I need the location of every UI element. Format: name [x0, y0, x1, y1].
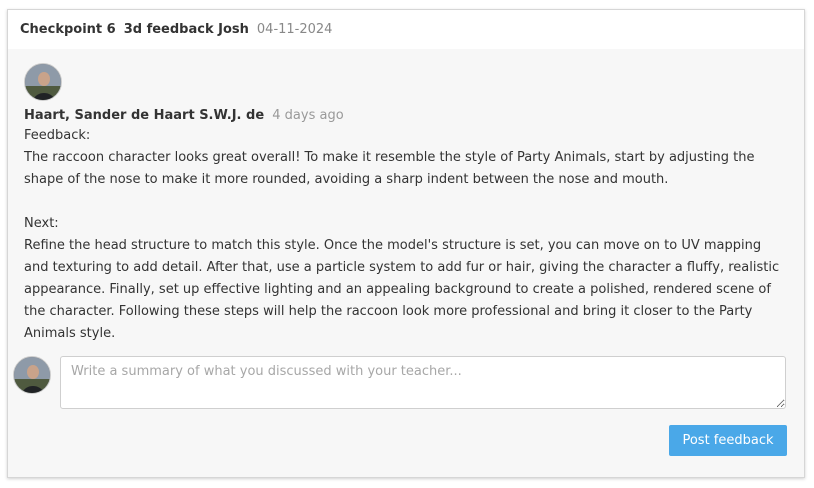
feedback-title: 3d feedback Josh — [123, 22, 249, 37]
feedback-date: 04-11-2024 — [256, 22, 333, 37]
author-avatar[interactable] — [24, 63, 62, 101]
author-name[interactable]: Haart, Sander de Haart S.W.J. de — [24, 108, 264, 123]
checkpoint-label: Checkpoint 6 — [20, 22, 116, 37]
current-user-avatar — [13, 356, 51, 394]
feedback-summary-input[interactable] — [60, 356, 786, 409]
post-feedback-button[interactable]: Post feedback — [669, 425, 787, 456]
avatar-photo-icon — [25, 64, 61, 100]
card-header: Checkpoint 6 3d feedback Josh 04-11-2024 — [8, 10, 804, 49]
comment-time: 4 days ago — [272, 108, 344, 123]
comment: Haart, Sander de Haart S.W.J. de 4 days … — [24, 63, 784, 345]
comment-body: Feedback: The raccoon character looks gr… — [24, 128, 780, 341]
author-line: Haart, Sander de Haart S.W.J. de 4 days … — [24, 106, 784, 125]
